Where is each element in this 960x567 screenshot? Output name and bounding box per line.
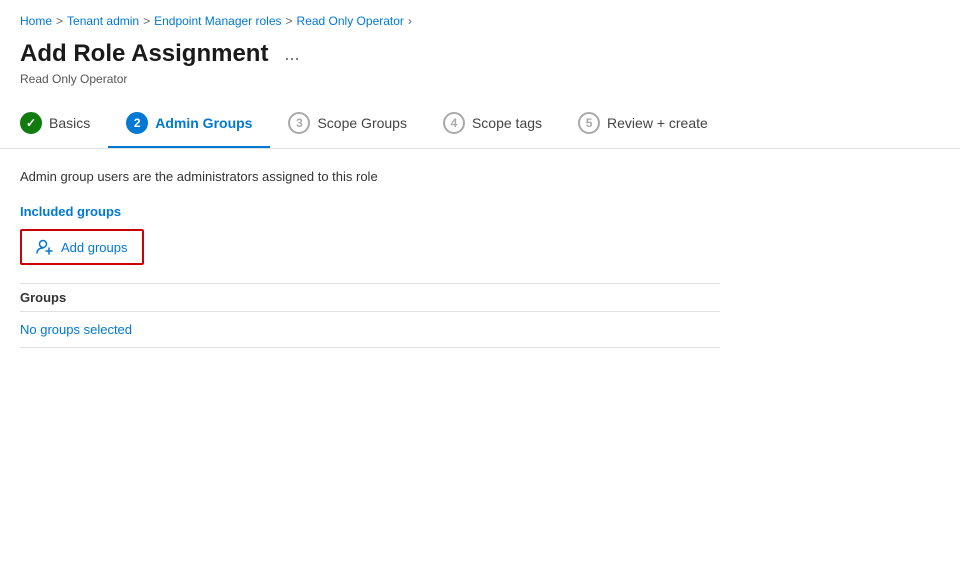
tab-scope-groups[interactable]: 3 Scope Groups — [270, 102, 425, 148]
breadcrumb-sep-4: › — [408, 14, 412, 28]
tab-step-review-create: 5 — [586, 116, 593, 130]
page-title: Add Role Assignment — [20, 40, 268, 68]
user-add-icon — [36, 238, 54, 256]
tab-admin-groups-label: Admin Groups — [155, 115, 252, 131]
tab-basics-label: Basics — [49, 115, 90, 131]
tab-circle-admin-groups: 2 — [126, 112, 148, 134]
tab-basics[interactable]: ✓ Basics — [20, 102, 108, 148]
user-add-svg-icon — [36, 238, 54, 256]
tab-step-scope-groups: 3 — [296, 116, 303, 130]
description-text: Admin group users are the administrators… — [20, 169, 940, 184]
breadcrumb-home[interactable]: Home — [20, 14, 52, 28]
breadcrumb-sep-2: > — [143, 14, 150, 28]
groups-column-header: Groups — [20, 284, 720, 312]
page-header: Add Role Assignment ... — [0, 34, 960, 72]
table-row-empty: No groups selected — [20, 312, 720, 348]
page-subtitle: Read Only Operator — [0, 72, 960, 102]
tab-circle-basics: ✓ — [20, 112, 42, 134]
breadcrumb: Home > Tenant admin > Endpoint Manager r… — [0, 0, 960, 34]
tab-admin-groups[interactable]: 2 Admin Groups — [108, 102, 270, 148]
breadcrumb-endpoint-manager-roles[interactable]: Endpoint Manager roles — [154, 14, 281, 28]
breadcrumb-sep-3: > — [286, 14, 293, 28]
content-area: Admin group users are the administrators… — [0, 149, 960, 368]
tab-scope-tags-label: Scope tags — [472, 115, 542, 131]
tab-scope-tags[interactable]: 4 Scope tags — [425, 102, 560, 148]
breadcrumb-sep-1: > — [56, 14, 63, 28]
tab-review-create-label: Review + create — [607, 115, 708, 131]
add-groups-button[interactable]: Add groups — [20, 229, 144, 265]
tab-circle-scope-groups: 3 — [288, 112, 310, 134]
tab-step-admin-groups: 2 — [134, 116, 141, 130]
groups-table: Groups No groups selected — [20, 283, 720, 348]
tab-step-scope-tags: 4 — [451, 116, 458, 130]
included-groups-label: Included groups — [20, 204, 940, 219]
tab-circle-scope-tags: 4 — [443, 112, 465, 134]
empty-groups-message: No groups selected — [20, 312, 720, 348]
tab-review-create[interactable]: 5 Review + create — [560, 102, 726, 148]
breadcrumb-read-only-operator[interactable]: Read Only Operator — [297, 14, 404, 28]
tab-circle-review-create: 5 — [578, 112, 600, 134]
add-groups-label: Add groups — [61, 240, 128, 255]
tab-scope-groups-label: Scope Groups — [317, 115, 407, 131]
checkmark-icon: ✓ — [26, 116, 36, 130]
breadcrumb-tenant-admin[interactable]: Tenant admin — [67, 14, 139, 28]
wizard-tabs: ✓ Basics 2 Admin Groups 3 Scope Groups 4… — [0, 102, 960, 149]
more-options-button[interactable]: ... — [278, 42, 305, 67]
